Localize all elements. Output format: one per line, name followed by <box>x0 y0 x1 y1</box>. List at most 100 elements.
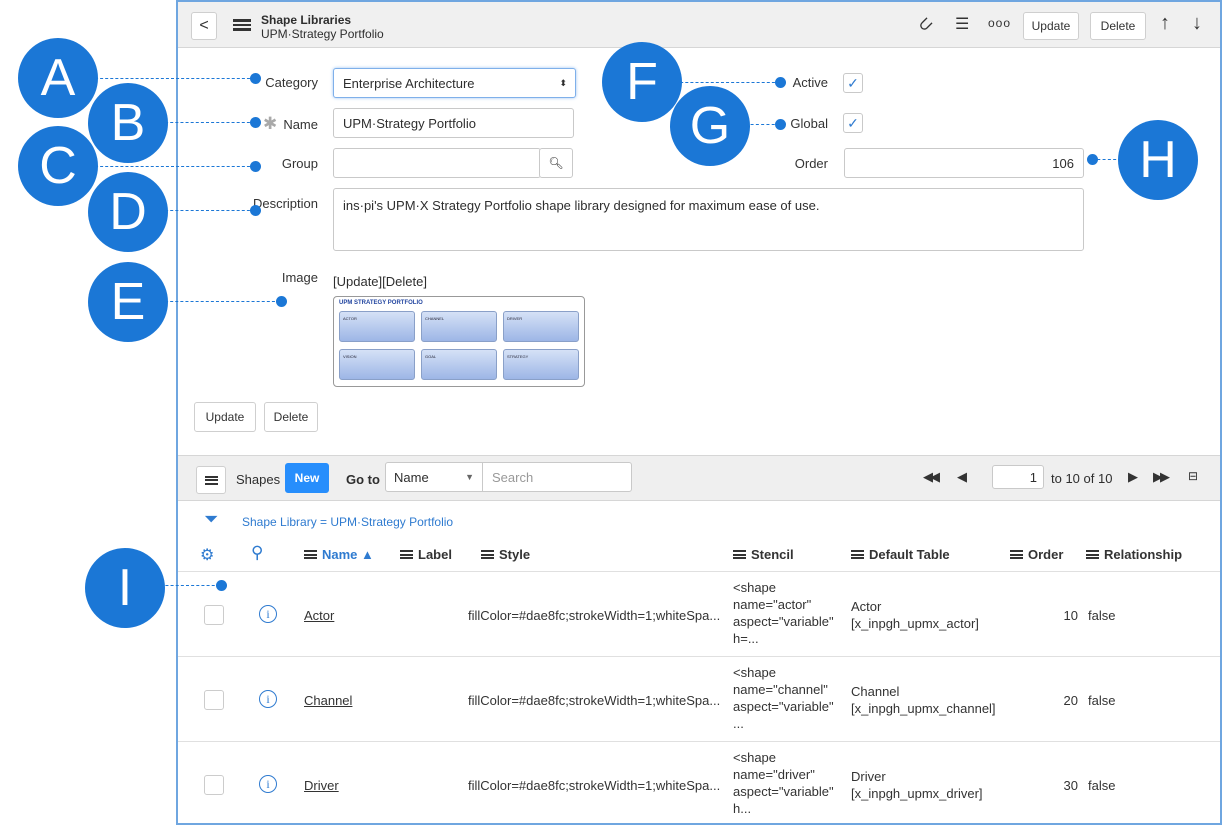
stencil-line: aspect="variable" <box>733 614 834 629</box>
callout-line <box>90 78 255 79</box>
new-button[interactable]: New <box>285 463 329 493</box>
group-label: Group <box>281 156 318 171</box>
column-header-text: Style <box>499 547 531 562</box>
gear-icon[interactable]: ⚙ <box>200 545 214 565</box>
row-name-link[interactable]: Channel <box>304 692 352 709</box>
checkmark-icon: ✓ <box>847 74 859 91</box>
active-checkbox[interactable]: ✓ <box>843 73 863 93</box>
column-header-style[interactable]: Style <box>481 547 530 562</box>
group-lookup-button[interactable]: 🔍︎ <box>539 148 573 178</box>
filter-icon[interactable]: ⏷ <box>204 509 218 530</box>
column-header-label[interactable]: Label <box>400 547 452 562</box>
form-delete-button[interactable]: Delete <box>264 402 318 432</box>
preview-tile: CHANNEL <box>421 311 497 342</box>
global-checkbox[interactable]: ✓ <box>843 113 863 133</box>
back-button[interactable]: < <box>191 12 217 40</box>
column-header-default-table[interactable]: Default Table <box>851 547 950 562</box>
stencil-line: aspect="variable" <box>733 699 834 714</box>
menu-icon <box>204 475 218 485</box>
more-options-icon[interactable]: ooo <box>988 16 1011 30</box>
callout-badge-c: C <box>18 126 98 206</box>
arrow-down-icon[interactable]: ↓ <box>1192 12 1202 35</box>
name-field[interactable]: UPM·Strategy Portfolio <box>333 108 574 138</box>
info-icon[interactable]: i <box>259 775 277 793</box>
form-update-button[interactable]: Update <box>194 402 256 432</box>
search-input[interactable]: Search <box>482 462 632 492</box>
callout-badge-b: B <box>88 83 168 163</box>
last-page-icon[interactable]: ▶▶ <box>1153 469 1170 485</box>
list-menu-button[interactable] <box>196 466 226 494</box>
collapse-icon[interactable]: ⊟ <box>1188 469 1198 483</box>
preview-tile: ACTOR <box>339 311 415 342</box>
stencil-line: h=... <box>733 631 759 646</box>
row-checkbox[interactable] <box>204 605 224 625</box>
stencil-line: <shape <box>733 750 777 765</box>
list-title: Shapes <box>236 472 281 487</box>
stencil-line: aspect="variable" <box>733 784 834 799</box>
column-header-text: Relationship <box>1104 547 1183 562</box>
column-menu-icon <box>733 550 746 559</box>
callout-line <box>160 210 255 211</box>
info-icon[interactable]: i <box>259 690 277 708</box>
column-header-stencil[interactable]: Stencil <box>733 547 794 562</box>
row-checkbox[interactable] <box>204 775 224 795</box>
record-subtitle: UPM·Strategy Portfolio <box>261 27 384 41</box>
paperclip-icon[interactable]: ⊂ <box>913 12 939 38</box>
row-name-link[interactable]: Driver <box>304 777 339 794</box>
goto-field-select[interactable]: Name ▼ <box>385 462 483 492</box>
row-name-link[interactable]: Actor <box>304 607 334 624</box>
table-label: Driver <box>851 769 886 784</box>
callout-line <box>160 301 280 302</box>
row-style: fillColor=#dae8fc;strokeWidth=1;whiteSpa… <box>468 693 721 708</box>
column-menu-icon <box>1086 550 1099 559</box>
search-icon[interactable]: ⚲ <box>251 543 263 563</box>
first-page-icon[interactable]: ◀◀ <box>923 469 940 485</box>
stencil-line: h... <box>733 801 752 816</box>
column-header-order[interactable]: Order <box>1010 547 1063 562</box>
header-delete-button[interactable]: Delete <box>1090 12 1146 40</box>
order-field[interactable]: 106 <box>844 148 1084 178</box>
arrow-up-icon[interactable]: ↑ <box>1160 12 1170 35</box>
row-style: fillColor=#dae8fc;strokeWidth=1;whiteSpa… <box>468 778 721 793</box>
next-page-icon[interactable]: ▶ <box>1128 469 1138 485</box>
column-header-text: Default Table <box>869 547 950 562</box>
related-list-header: Shapes New Go to Name ▼ Search ◀◀ ◀ 1 to … <box>178 455 1220 501</box>
prev-page-icon[interactable]: ◀ <box>957 469 967 485</box>
row-style: fillColor=#dae8fc;strokeWidth=1;whiteSpa… <box>468 608 721 623</box>
stencil-line: name="actor" <box>733 597 812 612</box>
image-links[interactable]: [Update][Delete] <box>333 274 427 289</box>
column-header-relationship[interactable]: Relationship <box>1086 547 1182 562</box>
stencil-line: name="driver" <box>733 767 815 782</box>
name-label: Name <box>283 117 318 132</box>
page-number-input[interactable]: 1 <box>992 465 1044 489</box>
table-row: i Actor fillColor=#dae8fc;strokeWidth=1;… <box>178 571 1220 656</box>
preview-tile: DRIVER <box>503 311 579 342</box>
sliders-icon[interactable]: ☰ <box>955 14 969 34</box>
column-header-text: Label <box>418 547 452 562</box>
preview-tile: STRATEGY <box>503 349 579 380</box>
info-icon[interactable]: i <box>259 605 277 623</box>
preview-title: UPM STRATEGY PORTFOLIO <box>339 300 423 306</box>
column-header-name[interactable]: Name ▲ <box>304 547 374 562</box>
page-range: to 10 of 10 <box>1051 471 1113 486</box>
column-header-text: Order <box>1028 547 1064 562</box>
group-field[interactable] <box>333 148 541 178</box>
callout-line <box>90 166 255 167</box>
row-order: 30 <box>1063 778 1078 793</box>
stencil-line: <shape <box>733 665 777 680</box>
column-header-text: Stencil <box>751 547 794 562</box>
callout-badge-f: F <box>602 42 682 122</box>
header-update-button[interactable]: Update <box>1023 12 1079 40</box>
filter-breadcrumb[interactable]: Shape Library = UPM·Strategy Portfolio <box>242 515 453 529</box>
row-checkbox[interactable] <box>204 690 224 710</box>
description-field[interactable]: ins·pi's UPM·X Strategy Portfolio shape … <box>333 188 1084 251</box>
column-menu-icon <box>481 550 494 559</box>
callout-dot <box>775 77 786 88</box>
column-menu-icon <box>304 550 317 559</box>
category-select[interactable]: Enterprise Architecture ⬍ <box>333 68 576 98</box>
callout-dot <box>216 580 227 591</box>
goto-field-value: Name <box>394 469 429 485</box>
form-menu-icon[interactable] <box>233 19 251 31</box>
row-default-table: Actor [x_inpgh_upmx_actor] <box>851 598 979 632</box>
table-name: [x_inpgh_upmx_actor] <box>851 616 979 631</box>
